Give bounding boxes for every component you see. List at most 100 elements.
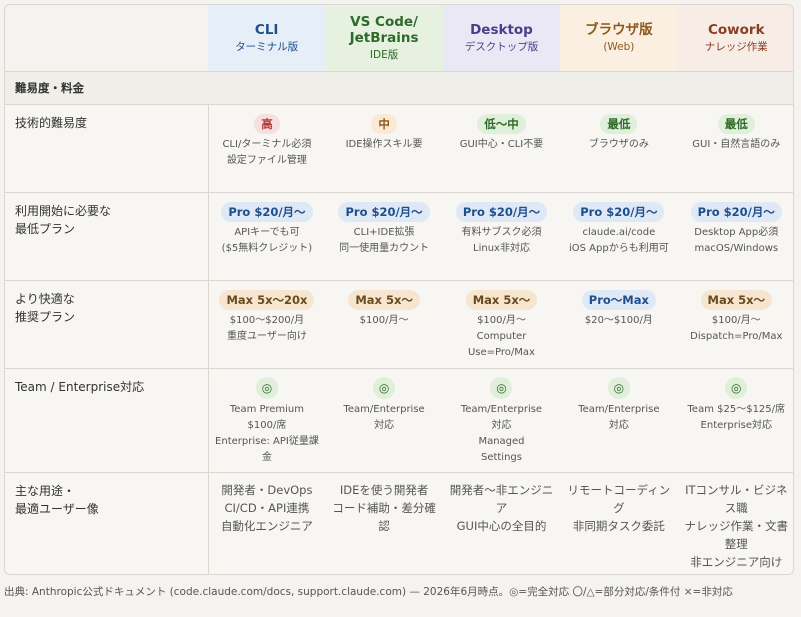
row-label: より快適な 推奨プラン [5, 280, 209, 369]
section-label: 難易度・料金 [5, 71, 793, 105]
header-desktop: Desktop デスクトップ版 [442, 5, 561, 72]
value-badge: Max 5x〜 [700, 289, 773, 310]
header-corner [5, 5, 208, 72]
source-footnote: 出典: Anthropic公式ドキュメント (code.claude.com/d… [4, 586, 733, 598]
cell-note: 有料サブスク必須 Linux非対応 [461, 226, 542, 254]
value-badge: Max 5x〜 [348, 289, 420, 310]
cell-note: ブラウザのみ [588, 138, 649, 150]
cell-note: Desktop App必須 macOS/Windows [694, 226, 779, 254]
table-cell: ◎ Team $25〜$125/席 Enterprise対応 [677, 368, 793, 473]
full-support-badge: ◎ [607, 376, 630, 399]
table-row: Team / Enterprise対応 ◎ Team Premium $100/席 … [5, 368, 793, 473]
value-badge: Pro $20/月〜 [573, 201, 665, 222]
full-support-badge: ◎ [255, 376, 278, 399]
table-cell: 低〜中 GUI中心・CLI不要 [442, 104, 561, 193]
table-cell: Pro $20/月〜有料サブスク必須 Linux非対応 [442, 192, 561, 281]
value-badge: Max 5x〜20x [219, 289, 315, 310]
header-sub: ターミナル版 [235, 40, 299, 53]
header-cli: CLI ターミナル版 [208, 5, 326, 72]
table-cell: リモートコーディング 非同期タスク委託 [560, 472, 678, 574]
table-cell: Pro $20/月〜 CLI+IDE拡張 同一使用量カウント [325, 192, 443, 281]
cell-note: Team $25〜$125/席 Enterprise対応 [687, 403, 786, 431]
row-label: Team / Enterprise対応 [5, 368, 209, 473]
cell-note: APIキーでも可 ($5無料クレジット) [221, 226, 313, 254]
table-cell: Pro $20/月〜 claude.ai/code iOS Appからも利用可 [560, 192, 678, 281]
full-support-badge: ◎ [490, 376, 513, 399]
comparison-table-card: CLI ターミナル版 VS Code/ JetBrains IDE版 Deskt… [4, 4, 794, 575]
cell-note: リモートコーディング 非同期タスク委託 [567, 482, 671, 533]
cell-note: CLI/ターミナル必須 設定ファイル管理 [222, 138, 312, 166]
value-badge: Pro $20/月〜 [221, 201, 313, 222]
header-name: CLI [254, 21, 279, 38]
table-row: 技術的難易度 高 CLI/ターミナル必須 設定ファイル管理 中 IDE操作スキル要 低〜中… [5, 104, 793, 193]
header-sub: IDE版 [369, 48, 399, 61]
table-cell: 開発者・DevOps CI/CD・API連携 自動化エンジニア [208, 472, 326, 574]
cell-note: Team/Enterprise 対応 [578, 403, 660, 431]
header-name: VS Code/ JetBrains [349, 13, 419, 46]
cell-note: Team/Enterprise 対応 Managed Settings [460, 403, 543, 463]
value-badge: Pro $20/月〜 [690, 201, 782, 222]
header-name: Cowork [707, 21, 765, 38]
header-web: ブラウザ版 (Web) [560, 5, 678, 72]
cell-note: claude.ai/code iOS Appからも利用可 [569, 226, 669, 254]
table-cell: Pro $20/月〜 APIキーでも可 ($5無料クレジット) [208, 192, 326, 281]
cell-note: IDE操作スキル要 [345, 138, 423, 150]
table-cell: 中 IDE操作スキル要 [325, 104, 443, 193]
section-row: 難易度・料金 [5, 71, 793, 105]
row-label: 技術的難易度 [5, 104, 209, 193]
value-badge: Pro $20/月〜 [338, 201, 430, 222]
cell-note: Team Premium $100/席 Enterprise: API従量課金 [215, 403, 319, 463]
header-name: ブラウザ版 [585, 21, 653, 38]
full-support-badge: ◎ [725, 376, 748, 399]
table-row: より快適な 推奨プラン Max 5x〜20x $100〜$200/月 重度ユーザー向… [5, 280, 793, 369]
value-badge: Pro〜Max [581, 289, 656, 310]
table-cell: IDEを使う開発者 コード補助・差分確認 [325, 472, 443, 574]
table-cell: Pro $20/月〜 Desktop App必須 macOS/Windows [677, 192, 793, 281]
cell-note: $100/月〜 Computer Use=Pro/Max [467, 314, 535, 358]
value-badge: 最低 [717, 113, 755, 134]
value-badge: Max 5x〜 [465, 289, 538, 310]
table-cell: 最低 ブラウザのみ [560, 104, 678, 193]
header-name: Desktop [470, 21, 533, 38]
value-badge: 最低 [600, 113, 638, 134]
cell-note: $100〜$200/月 重度ユーザー向け [227, 314, 307, 342]
comparison-table: CLI ターミナル版 VS Code/ JetBrains IDE版 Deskt… [5, 5, 793, 574]
value-badge: Pro $20/月〜 [455, 201, 548, 222]
table-cell: 高 CLI/ターミナル必須 設定ファイル管理 [208, 104, 326, 193]
cell-note: $100/月〜 [359, 314, 409, 326]
cell-note: ITコンサル・ビジネス職 ナレッジ作業・文書整理 非エンジニア向け [684, 482, 789, 569]
header-row: CLI ターミナル版 VS Code/ JetBrains IDE版 Deskt… [5, 5, 793, 72]
table-cell: ◎ Team/Enterprise 対応 [560, 368, 678, 473]
cell-note: GUI・自然言語のみ [692, 138, 781, 150]
table-cell: ◎ Team Premium $100/席 Enterprise: API従量課金 [208, 368, 326, 473]
table-cell: 開発者〜非エンジニア GUI中心の全目的 [442, 472, 561, 574]
table-cell: ◎ Team/Enterprise 対応 [325, 368, 443, 473]
table-cell: 最低 GUI・自然言語のみ [677, 104, 793, 193]
value-badge: 高 [254, 113, 280, 134]
row-label: 利用開始に必要な 最低プラン [5, 192, 209, 281]
cell-note: GUI中心・CLI不要 [459, 138, 544, 150]
row-label: 主な用途・ 最適ユーザー像 [5, 472, 209, 574]
cell-note: $20〜$100/月 [584, 314, 653, 326]
value-badge: 低〜中 [477, 113, 526, 134]
table-cell: Max 5x〜 $100/月〜 [325, 280, 443, 369]
value-badge: 中 [371, 113, 397, 134]
table-cell: Max 5x〜20x $100〜$200/月 重度ユーザー向け [208, 280, 326, 369]
table-cell: Max 5x〜 $100/月〜 Computer Use=Pro/Max [442, 280, 561, 369]
cell-note: IDEを使う開発者 コード補助・差分確認 [332, 482, 436, 533]
cell-note: CLI+IDE拡張 同一使用量カウント [339, 226, 430, 254]
table-row: 主な用途・ 最適ユーザー像 開発者・DevOps CI/CD・API連携 自動化エ… [5, 472, 793, 574]
header-sub: ナレッジ作業 [704, 40, 768, 53]
header-sub: (Web) [603, 40, 635, 53]
full-support-badge: ◎ [373, 376, 396, 399]
table-cell: Pro〜Max $20〜$100/月 [560, 280, 678, 369]
cell-note: Team/Enterprise 対応 [343, 403, 425, 431]
table-cell: Max 5x〜 $100/月〜 Dispatch=Pro/Max [677, 280, 793, 369]
cell-note: 開発者・DevOps CI/CD・API連携 自動化エンジニア [220, 482, 313, 533]
table-cell: ◎ Team/Enterprise 対応 Managed Settings [442, 368, 561, 473]
header-cowork: Cowork ナレッジ作業 [677, 5, 793, 72]
cell-note: $100/月〜 Dispatch=Pro/Max [690, 314, 783, 342]
table-cell: ITコンサル・ビジネス職 ナレッジ作業・文書整理 非エンジニア向け [677, 472, 793, 574]
table-row: 利用開始に必要な 最低プラン Pro $20/月〜 APIキーでも可 ($5無料クレ… [5, 192, 793, 281]
header-sub: デスクトップ版 [464, 40, 539, 53]
